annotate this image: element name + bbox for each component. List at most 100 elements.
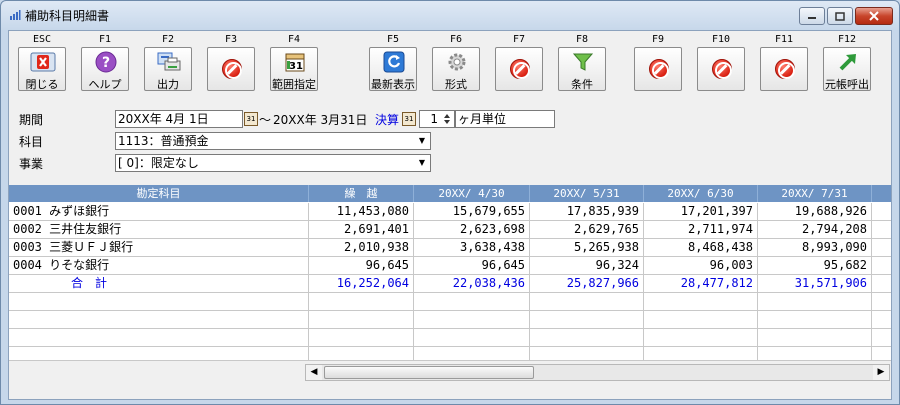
scrollbar-thumb[interactable] [324,366,534,379]
disabled-icon [222,59,242,79]
help-button-label: ヘルプ [88,78,122,91]
fkey-label: F2 [161,34,175,45]
period-start-field[interactable]: 20XX年 4月 1日 [115,110,243,128]
unit-spinner[interactable]: 1 [419,110,455,128]
spinner-icon[interactable] [442,112,452,126]
f7-disabled-button[interactable] [495,47,543,91]
cell-total-label: 合 計 [9,275,309,293]
toolbar-f5: F5 最新表示 [363,31,423,93]
format-button-label: 形式 [445,78,467,91]
fkey-label: F1 [98,34,112,45]
f3-disabled-button[interactable] [207,47,255,91]
column-header-jun[interactable]: 20XX/ 6/30 [644,185,758,202]
cell-empty [309,329,414,347]
condition-button[interactable]: 条件 [558,47,606,91]
toolbar-f10: F10 [691,31,751,93]
cell-value: 8,468,438 [644,239,758,257]
table-row[interactable]: 0003 三菱ＵＦＪ銀行 2,010,938 3,638,438 5,265,9… [9,239,891,257]
toolbar-f11: F11 [754,31,814,93]
chevron-down-icon[interactable]: ▼ [414,155,430,171]
disabled-icon [510,59,530,79]
table-row[interactable]: 0001 みずほ銀行 11,453,080 15,679,655 17,835,… [9,203,891,221]
close-icon [869,11,879,21]
ledger-button[interactable]: 元帳呼出 [823,47,871,91]
project-dropdown[interactable]: [ 0]：限定なし ▼ [115,154,431,172]
total-row[interactable]: 合 計 16,252,064 22,038,436 25,827,966 28,… [9,275,891,293]
column-header-apr[interactable]: 20XX/ 4/30 [414,185,530,202]
close-window-button[interactable] [855,7,893,25]
period-end-text[interactable]: 20XX年 3月31日 [273,111,367,128]
account-dropdown[interactable]: 1113：普通預金 ▼ [115,132,431,150]
output-button[interactable]: 出力 [144,47,192,91]
cell-value: 96,645 [309,257,414,275]
cell-value: 96,324 [530,257,644,275]
cell-value: 19,688,926 [758,203,872,221]
range-button[interactable]: 31 範囲指定 [270,47,318,91]
toolbar-f9: F9 [628,31,688,93]
cell-empty [309,293,414,311]
fkey-label: F12 [837,34,857,45]
column-header-carryover[interactable]: 繰 越 [309,185,414,202]
cell-empty [9,347,309,361]
cell-empty [414,329,530,347]
horizontal-scrollbar[interactable]: ◀ ▶ [305,364,890,381]
toolbar-f12: F12 元帳呼出 [817,31,877,93]
column-header-account[interactable]: 勘定科目 [9,185,309,202]
table-row-empty[interactable] [9,347,891,361]
cell-empty [644,293,758,311]
table-row[interactable]: 0004 りそな銀行 96,645 96,645 96,324 96,003 9… [9,257,891,275]
chevron-down-icon[interactable]: ▼ [414,133,430,149]
help-button[interactable]: ? ヘルプ [81,47,129,91]
f11-disabled-button[interactable] [760,47,808,91]
cell-empty [309,311,414,329]
fkey-label: F8 [575,34,589,45]
cell-empty [9,311,309,329]
cell-account: 0004 りそな銀行 [9,257,309,275]
fkey-label: F7 [512,34,526,45]
table-row-empty[interactable] [9,329,891,347]
cell-value: 96,645 [414,257,530,275]
cell-empty [9,329,309,347]
toolbar-f4: F4 31 範囲指定 [264,31,324,93]
minimize-icon [808,17,816,19]
toolbar-f6: F6 形式 [426,31,486,93]
closing-link[interactable]: 決算 [375,111,399,128]
toolbar-f8: F8 条件 [552,31,612,93]
table-row[interactable]: 0002 三井住友銀行 2,691,401 2,623,698 2,629,76… [9,221,891,239]
close-button[interactable]: 閉じる [18,47,66,91]
cell-value: 15,679,655 [414,203,530,221]
cell-empty [530,329,644,347]
f10-disabled-button[interactable] [697,47,745,91]
column-header-jul[interactable]: 20XX/ 7/31 [758,185,872,202]
output-button-label: 出力 [157,78,179,91]
table-row-empty[interactable] [9,311,891,329]
minimize-button[interactable] [799,7,825,25]
column-header-may[interactable]: 20XX/ 5/31 [530,185,644,202]
cell-total-value: 28,477,812 [644,275,758,293]
calendar-icon[interactable]: 31 [244,112,258,126]
maximize-button[interactable] [827,7,853,25]
cell-value: 95,682 [758,257,872,275]
cell-value: 8,993,090 [758,239,872,257]
title-bar[interactable]: 補助科目明細書 [1,1,899,29]
cell-empty [530,347,644,361]
format-button[interactable]: 形式 [432,47,480,91]
refresh-button[interactable]: 最新表示 [369,47,417,91]
fkey-label: F4 [287,34,301,45]
scroll-left-icon[interactable]: ◀ [306,365,322,380]
condition-button-label: 条件 [571,78,593,91]
f9-disabled-button[interactable] [634,47,682,91]
period-separator: ～ [259,113,272,127]
table-row-empty[interactable] [9,293,891,311]
cell-total-value: 25,827,966 [530,275,644,293]
account-value: 1113：普通預金 [118,134,209,148]
scroll-right-icon[interactable]: ▶ [873,365,889,380]
cell-empty [414,293,530,311]
refresh-button-label: 最新表示 [371,78,415,91]
cell-value: 2,010,938 [309,239,414,257]
refresh-icon [383,51,405,73]
cell-value: 2,629,765 [530,221,644,239]
cell-value: 17,201,397 [644,203,758,221]
cell-empty [309,347,414,361]
calendar-icon[interactable]: 31 [402,112,416,126]
